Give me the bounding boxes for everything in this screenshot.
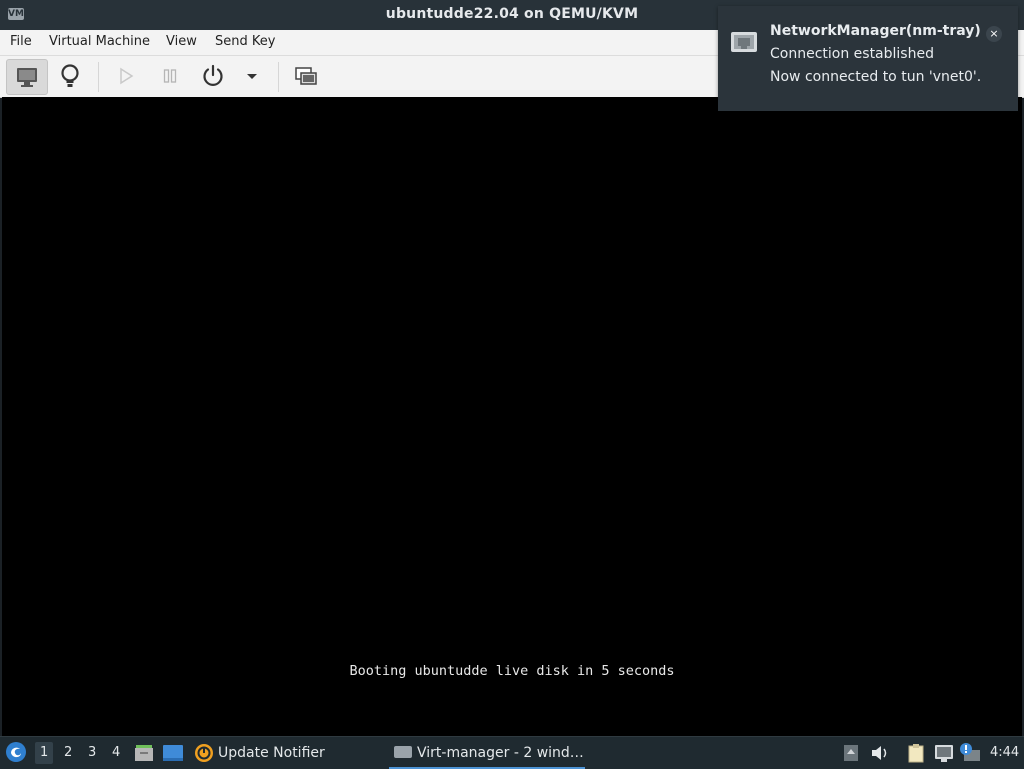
distro-logo-icon [6,742,26,762]
workspace-3[interactable]: 3 [88,745,96,760]
taskbar: 1 2 3 4 Update Notifier Virt-manager - 2… [0,736,1024,769]
volume-icon[interactable] [870,744,890,766]
clock[interactable]: 4:44 [990,745,1019,760]
clipboard-icon[interactable] [907,743,925,767]
pause-icon [163,69,177,83]
notification-icon[interactable] [958,742,982,766]
play-icon [120,67,134,85]
toolbar-separator [278,62,279,92]
details-button[interactable] [50,59,90,93]
update-notifier-icon [195,744,213,762]
desktop-launcher[interactable] [162,743,184,767]
notification-app-name: NetworkManager(nm-tray) [770,23,981,39]
monitor-icon [17,68,37,87]
menu-virtual-machine[interactable]: Virtual Machine [49,34,150,49]
fullscreen-button[interactable] [286,59,326,93]
update-notifier-label[interactable]: Update Notifier [218,745,325,761]
file-manager-launcher[interactable] [134,743,154,767]
taskbar-window-button[interactable]: Virt-manager - 2 wind… [389,739,585,769]
menu-send-key[interactable]: Send Key [215,34,275,49]
workspace-2[interactable]: 2 [64,745,72,760]
taskbar-window-label: Virt-manager - 2 wind… [417,745,584,761]
workspace-1[interactable]: 1 [35,742,54,764]
start-menu-button[interactable] [5,741,27,767]
notification-summary: Connection established [770,46,934,62]
menu-file[interactable]: File [10,34,32,49]
console-button[interactable] [6,59,48,95]
chevron-down-icon [247,74,257,79]
toolbar-separator [98,62,99,92]
pause-button[interactable] [150,59,190,93]
boot-message: Booting ubuntudde live disk in 5 seconds [349,663,675,679]
show-desktop-icon [163,745,183,761]
screens-icon [295,67,317,85]
virt-manager-icon [394,746,412,758]
shutdown-menu-button[interactable] [232,59,272,93]
shutdown-button[interactable] [193,59,233,93]
vm-console-screen[interactable]: Booting ubuntudde live disk in 5 seconds [2,97,1022,736]
run-button[interactable] [106,59,146,93]
network-ethernet-icon [730,30,758,58]
notification-body: Now connected to tun 'vnet0'. [770,69,982,85]
workspace-4[interactable]: 4 [112,745,120,760]
notification-popup[interactable]: NetworkManager(nm-tray) Connection estab… [718,6,1018,111]
power-icon [203,64,223,86]
up-arrow-icon[interactable] [843,744,859,766]
close-icon[interactable]: × [986,26,1002,42]
network-icon[interactable] [934,743,954,767]
file-manager-icon [135,745,153,761]
lightbulb-icon [61,64,79,87]
update-notifier-button[interactable] [194,743,214,767]
menu-view[interactable]: View [166,34,197,49]
